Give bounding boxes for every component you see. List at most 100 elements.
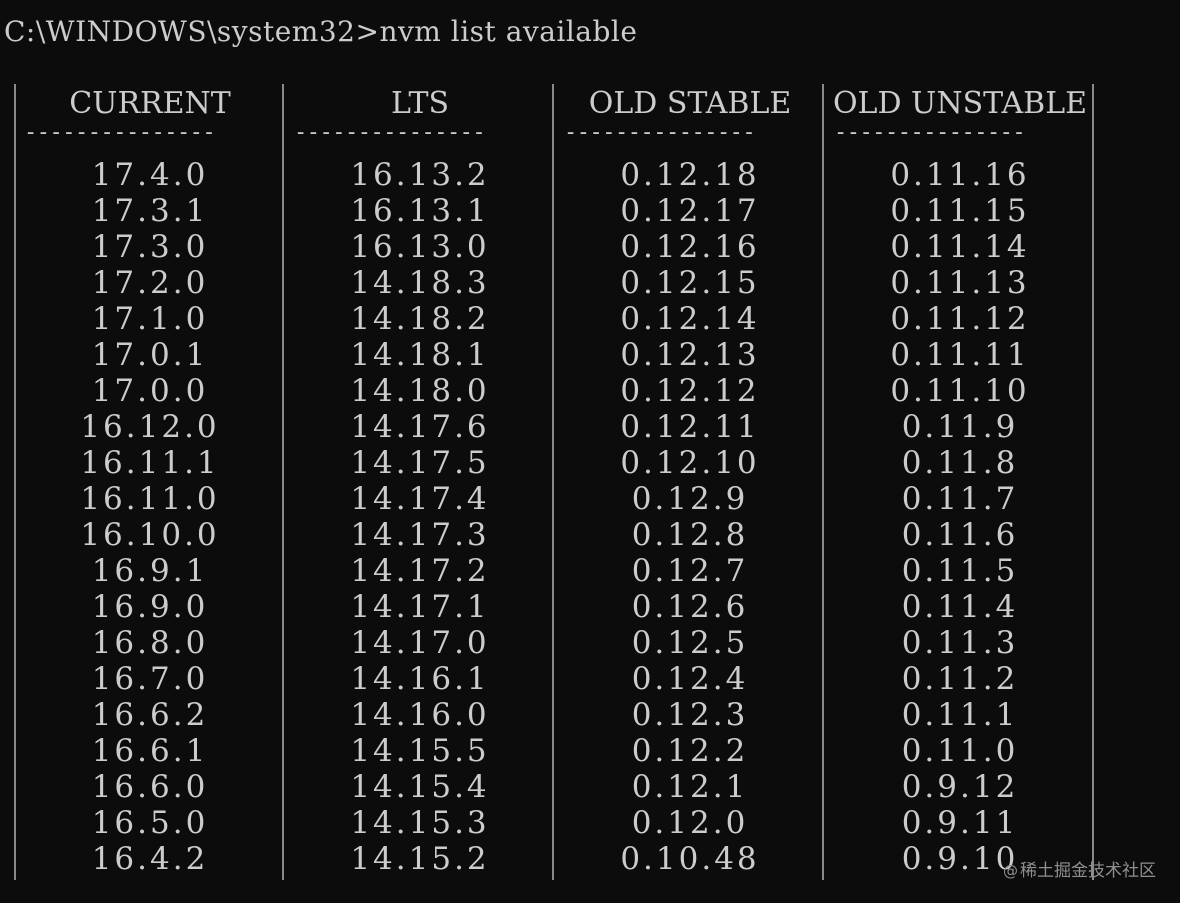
version-cell: 14.17.1 xyxy=(350,589,490,625)
version-cell: 0.12.5 xyxy=(631,625,749,661)
version-cell: 0.9.11 xyxy=(901,805,1019,841)
version-cell: 0.9.12 xyxy=(901,769,1019,805)
version-cell: 16.11.1 xyxy=(80,445,220,481)
version-cell: 17.1.0 xyxy=(91,301,209,337)
version-cell: 0.11.11 xyxy=(890,337,1030,373)
version-cell: 14.17.5 xyxy=(350,445,490,481)
version-cell: 14.17.4 xyxy=(350,481,490,517)
watermark: @ 稀土掘金技术社区 xyxy=(1003,861,1156,881)
version-cell: 0.12.3 xyxy=(631,697,749,733)
version-cell: 16.13.0 xyxy=(350,229,490,265)
version-cell: 0.12.0 xyxy=(631,805,749,841)
version-cell: 0.12.12 xyxy=(620,373,760,409)
version-cell: 0.11.8 xyxy=(901,445,1019,481)
version-cell: 16.8.0 xyxy=(91,625,209,661)
version-cell: 16.7.0 xyxy=(91,661,209,697)
command-text: nvm list available xyxy=(379,15,638,48)
version-cell: 0.11.14 xyxy=(890,229,1030,265)
version-cell: 14.16.1 xyxy=(350,661,490,697)
version-cell: 0.11.16 xyxy=(890,157,1030,193)
versions-table: CURRENT --------------- 17.4.0 17.3.1 17.3… xyxy=(14,84,1094,880)
version-cell: 0.11.13 xyxy=(890,265,1030,301)
column-old-unstable: OLD UNSTABLE --------------- 0.11.16 0.11… xyxy=(826,84,1094,880)
version-cell: 0.12.17 xyxy=(620,193,760,229)
version-cell: 17.0.1 xyxy=(91,337,209,373)
version-cell: 16.10.0 xyxy=(80,517,220,553)
version-cell: 0.11.4 xyxy=(901,589,1019,625)
version-cell: 0.11.7 xyxy=(901,481,1019,517)
version-cell: 16.13.2 xyxy=(350,157,490,193)
version-cell: 16.13.1 xyxy=(350,193,490,229)
version-cell: 14.15.3 xyxy=(350,805,490,841)
version-cell: 16.11.0 xyxy=(80,481,220,517)
version-cell: 16.6.0 xyxy=(91,769,209,805)
version-cell: 14.17.3 xyxy=(350,517,490,553)
version-cell: 0.12.13 xyxy=(620,337,760,373)
column-values: 0.12.18 0.12.17 0.12.16 0.12.15 0.12.14 0.12.… xyxy=(556,157,824,877)
column-separator: --------------- xyxy=(24,124,216,142)
version-cell: 0.11.9 xyxy=(901,409,1019,445)
version-cell: 0.11.6 xyxy=(901,517,1019,553)
terminal-window[interactable]: C:\WINDOWS\system32>nvm list available C… xyxy=(0,0,1180,903)
watermark-at: @ xyxy=(1003,862,1018,880)
version-cell: 0.10.48 xyxy=(620,841,760,877)
version-cell: 17.4.0 xyxy=(91,157,209,193)
version-cell: 0.12.4 xyxy=(631,661,749,697)
version-cell: 16.9.1 xyxy=(91,553,209,589)
version-cell: 0.11.15 xyxy=(890,193,1030,229)
column-lts: LTS --------------- 16.13.2 16.13.1 16.13.… xyxy=(286,84,554,880)
column-separator: --------------- xyxy=(564,124,756,142)
version-cell: 0.12.15 xyxy=(620,265,760,301)
prompt-path: C:\WINDOWS\system32> xyxy=(4,15,380,48)
version-cell: 16.5.0 xyxy=(91,805,209,841)
column-header-old-stable: OLD STABLE xyxy=(588,86,792,121)
version-cell: 0.12.14 xyxy=(620,301,760,337)
column-old-stable: OLD STABLE --------------- 0.12.18 0.12.1… xyxy=(556,84,824,880)
version-cell: 16.9.0 xyxy=(91,589,209,625)
version-cell: 17.3.0 xyxy=(91,229,209,265)
column-header-old-unstable: OLD UNSTABLE xyxy=(832,86,1088,121)
version-cell: 0.12.6 xyxy=(631,589,749,625)
version-cell: 0.12.8 xyxy=(631,517,749,553)
column-header-lts: LTS xyxy=(390,86,450,121)
version-cell: 16.6.1 xyxy=(91,733,209,769)
version-cell: 0.12.18 xyxy=(620,157,760,193)
version-cell: 17.0.0 xyxy=(91,373,209,409)
version-cell: 17.3.1 xyxy=(91,193,209,229)
watermark-text: 稀土掘金技术社区 xyxy=(1020,861,1156,881)
version-cell: 17.2.0 xyxy=(91,265,209,301)
version-cell: 0.12.11 xyxy=(620,409,760,445)
command-line: C:\WINDOWS\system32>nvm list available xyxy=(4,12,637,52)
version-cell: 14.16.0 xyxy=(350,697,490,733)
version-cell: 14.18.3 xyxy=(350,265,490,301)
version-cell: 14.15.2 xyxy=(350,841,490,877)
version-cell: 0.11.10 xyxy=(890,373,1030,409)
column-current: CURRENT --------------- 17.4.0 17.3.1 17.3… xyxy=(16,84,284,880)
version-cell: 14.18.0 xyxy=(350,373,490,409)
version-cell: 0.11.12 xyxy=(890,301,1030,337)
version-cell: 0.12.2 xyxy=(631,733,749,769)
version-cell: 0.11.0 xyxy=(901,733,1019,769)
version-cell: 0.11.5 xyxy=(901,553,1019,589)
version-cell: 16.12.0 xyxy=(80,409,220,445)
version-cell: 16.6.2 xyxy=(91,697,209,733)
column-values: 17.4.0 17.3.1 17.3.0 17.2.0 17.1.0 17.0.1 17.0… xyxy=(16,157,284,877)
column-header-current: CURRENT xyxy=(69,86,231,121)
version-cell: 0.12.16 xyxy=(620,229,760,265)
version-cell: 14.18.1 xyxy=(350,337,490,373)
version-cell: 0.11.2 xyxy=(901,661,1019,697)
version-cell: 14.17.0 xyxy=(350,625,490,661)
version-cell: 14.17.6 xyxy=(350,409,490,445)
version-cell: 0.11.1 xyxy=(901,697,1019,733)
version-cell: 0.12.1 xyxy=(631,769,749,805)
column-separator: --------------- xyxy=(834,124,1026,142)
version-cell: 14.15.4 xyxy=(350,769,490,805)
column-values: 0.11.16 0.11.15 0.11.14 0.11.13 0.11.12 0.11.… xyxy=(826,157,1094,877)
version-cell: 0.12.7 xyxy=(631,553,749,589)
version-cell: 14.18.2 xyxy=(350,301,490,337)
version-cell: 16.4.2 xyxy=(91,841,209,877)
version-cell: 0.12.10 xyxy=(620,445,760,481)
version-cell: 0.11.3 xyxy=(901,625,1019,661)
version-cell: 14.17.2 xyxy=(350,553,490,589)
version-cell: 0.12.9 xyxy=(631,481,749,517)
